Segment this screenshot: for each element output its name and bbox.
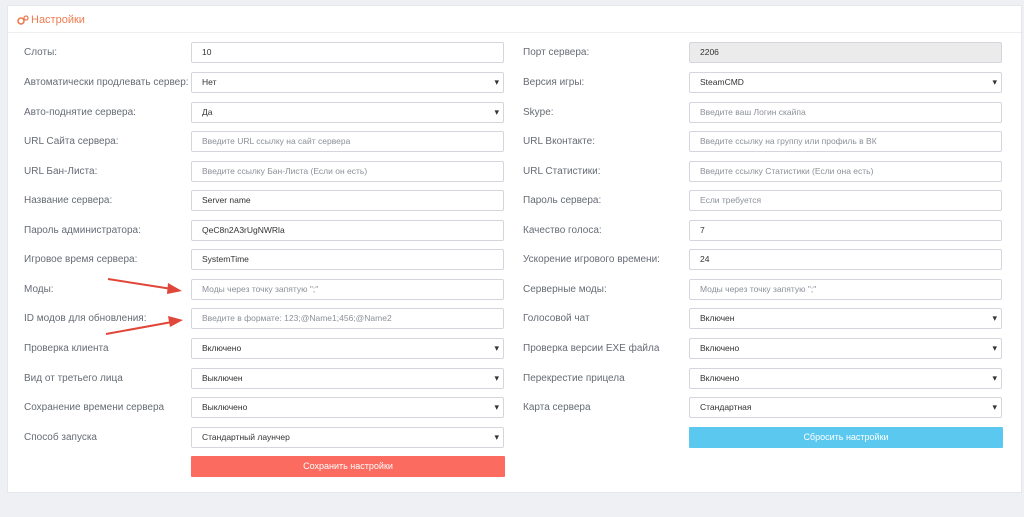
arrow-to-mods-icon (107, 278, 182, 294)
arrow-to-mod-ids-icon (105, 316, 183, 335)
annotation-arrows (105, 278, 183, 335)
